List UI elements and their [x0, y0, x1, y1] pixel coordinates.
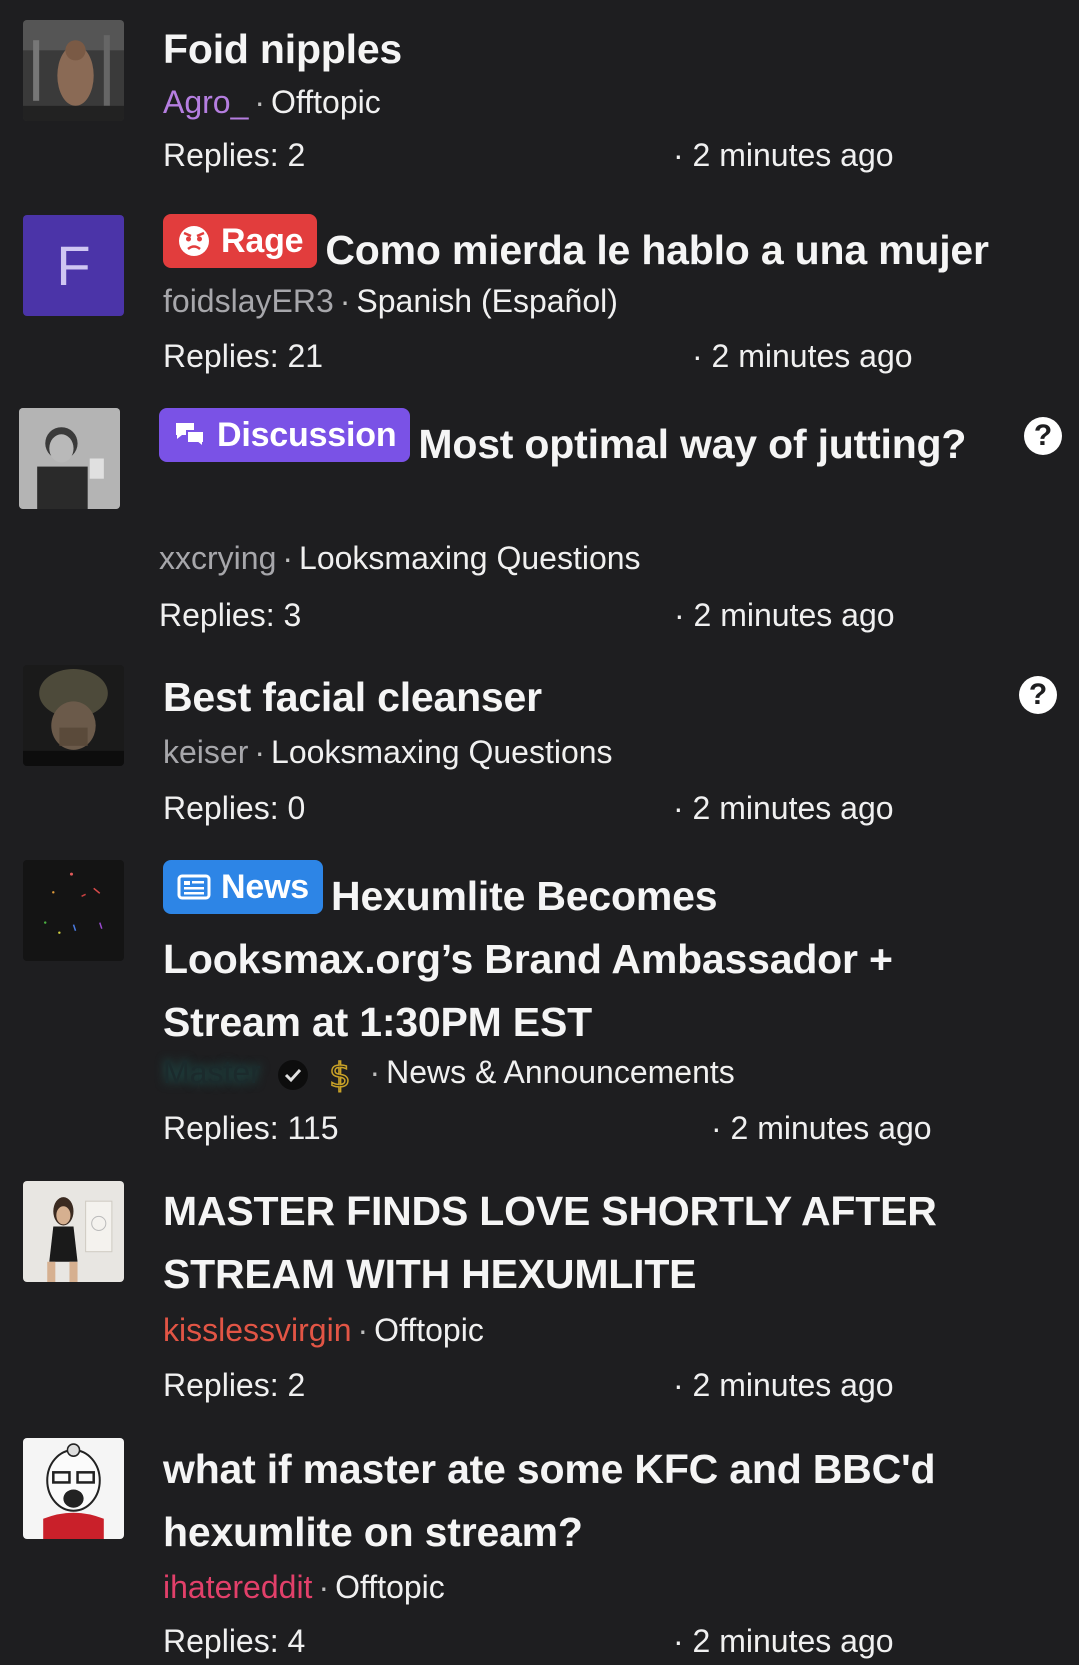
angry-face-icon	[179, 226, 209, 256]
thread-meta: keiser · Looksmaxing Questions	[163, 734, 613, 770]
forum-link[interactable]: Offtopic	[374, 1312, 484, 1348]
thread-meta: xxcrying · Looksmaxing Questions	[159, 540, 641, 576]
replies-count: Replies: 3	[159, 597, 302, 633]
replies-count: Replies: 115	[163, 1110, 339, 1146]
thread-title[interactable]: Foid nipples	[163, 18, 979, 81]
forum-link[interactable]: Spanish (Español)	[356, 283, 617, 319]
thread-title[interactable]: News Hexumlite Becomes Looksmax.org’s Br…	[163, 860, 949, 1054]
avatar[interactable]: F	[23, 215, 124, 316]
prefix-label: Rage	[221, 222, 304, 260]
forum-link[interactable]: Looksmaxing Questions	[299, 540, 641, 576]
replies-count: Replies: 0	[163, 790, 306, 826]
avatar[interactable]	[23, 1181, 124, 1282]
avatar[interactable]	[19, 408, 120, 509]
last-post-time[interactable]: · 2 minutes ago	[711, 1108, 932, 1148]
thread-title[interactable]: Rage Como mierda le hablo a una mujer	[163, 214, 1039, 282]
avatar[interactable]	[23, 20, 124, 121]
thread-meta: foidslayER3 · Spanish (Español)	[163, 283, 618, 319]
replies-count: Replies: 4	[163, 1623, 306, 1659]
last-post-time[interactable]: · 2 minutes ago	[673, 1621, 894, 1661]
dollar-icon: $	[328, 1055, 351, 1095]
author-link[interactable]: Agro_	[163, 84, 248, 120]
thread-title[interactable]: Discussion Most optimal way of jutting?	[159, 408, 969, 476]
replies-count: Replies: 21	[163, 338, 324, 374]
forum-link[interactable]: News & Announcements	[386, 1054, 735, 1090]
avatar[interactable]	[23, 860, 124, 961]
author-link[interactable]: kisslessvirgin	[163, 1312, 351, 1348]
question-mark-icon[interactable]: ?	[1024, 417, 1062, 455]
author-link[interactable]: Master	[163, 1054, 261, 1090]
newspaper-icon	[177, 874, 211, 900]
avatar[interactable]	[23, 665, 124, 766]
thread-title[interactable]: what if master ate some KFC and BBC'd he…	[163, 1438, 979, 1564]
author-link[interactable]: xxcrying	[159, 540, 276, 576]
forum-link[interactable]: Offtopic	[335, 1569, 445, 1605]
question-mark-icon[interactable]: ?	[1019, 676, 1057, 714]
prefix-rage[interactable]: Rage	[163, 214, 318, 268]
thread-meta: kisslessvirgin · Offtopic	[163, 1312, 484, 1348]
thread-title[interactable]: MASTER FINDS LOVE SHORTLY AFTER STREAM W…	[163, 1180, 969, 1306]
prefix-label: Discussion	[217, 416, 397, 454]
last-post-time[interactable]: · 2 minutes ago	[673, 135, 894, 175]
author-link[interactable]: ihatereddit	[163, 1569, 312, 1605]
prefix-news[interactable]: News	[163, 860, 324, 914]
author-link[interactable]: foidslayER3	[163, 283, 334, 319]
replies-count: Replies: 2	[163, 137, 306, 173]
last-post-time[interactable]: · 2 minutes ago	[674, 595, 895, 635]
prefix-discussion[interactable]: Discussion	[159, 408, 411, 462]
thread-meta: ihatereddit · Offtopic	[163, 1569, 445, 1605]
thread-title[interactable]: Best facial cleanser	[163, 666, 979, 729]
svg-text:$: $	[329, 1056, 351, 1095]
last-post-time[interactable]: · 2 minutes ago	[692, 336, 913, 376]
forum-link[interactable]: Offtopic	[271, 84, 381, 120]
title-text[interactable]: Como mierda le hablo a una mujer	[325, 227, 989, 273]
forum-link[interactable]: Looksmaxing Questions	[271, 734, 613, 770]
avatar[interactable]	[23, 1438, 124, 1539]
last-post-time[interactable]: · 2 minutes ago	[673, 1365, 894, 1405]
title-text[interactable]: Most optimal way of jutting?	[418, 421, 966, 467]
chat-bubbles-icon	[176, 423, 205, 450]
avatar-letter: F	[56, 234, 91, 297]
thread-meta: Master $ · News & Announcements	[163, 1054, 735, 1095]
thread-meta: Agro_ · Offtopic	[163, 84, 381, 120]
author-link[interactable]: keiser	[163, 734, 248, 770]
verified-check-icon	[277, 1059, 308, 1090]
prefix-label: News	[221, 868, 310, 906]
replies-count: Replies: 2	[163, 1367, 306, 1403]
last-post-time[interactable]: · 2 minutes ago	[673, 788, 894, 828]
